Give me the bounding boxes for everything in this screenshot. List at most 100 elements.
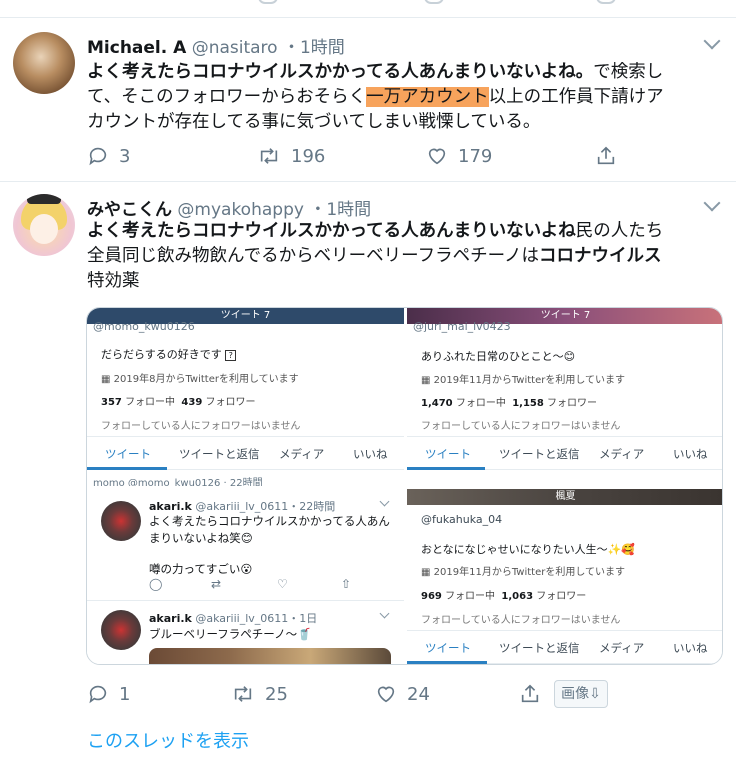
mini-tweet-image[interactable]	[149, 648, 391, 664]
tab-replies[interactable]: ツイートと返信	[179, 446, 260, 462]
cut-tweet-header: momo @momo_kwu0126 · 22時間	[93, 478, 263, 486]
media-image-2[interactable]: ツイート 7 @juri_mai_lv0423 ありふれた日常のひとこと〜😊 ▦…	[407, 308, 722, 486]
reply-button[interactable]: 3	[87, 143, 130, 169]
text-line: 噂の力ってすごい😮	[149, 562, 253, 576]
tweet-header: みやこくん @myakohappy ・1時間	[87, 195, 371, 220]
avatar[interactable]	[13, 194, 75, 256]
followers-label: フォロワー	[205, 397, 256, 408]
share-icon[interactable]: ⇧	[341, 577, 351, 591]
tab-media[interactable]: メディア	[599, 446, 644, 462]
follow-counts: 357 フォロー中 439 フォロワー	[101, 393, 255, 408]
user-handle[interactable]: @nasitaro	[192, 38, 278, 58]
reply-icon[interactable]: ◯	[149, 577, 162, 591]
tab-media[interactable]: メディア	[599, 640, 644, 656]
text-segment: カウントが存在してる事に気づいてしまい戦慄している。	[87, 112, 541, 132]
media-image-4[interactable]: 楓夏 @fukahuka_04 おとなになじゃせいになりたい人生〜✨🥰 ▦ 20…	[407, 489, 722, 664]
following-count: 969	[421, 591, 442, 602]
profile-handle: @fukahuka_04	[421, 513, 503, 526]
heart-icon	[377, 686, 395, 703]
following-count: 357	[101, 397, 122, 408]
follow-counts: 969 フォロー中 1,063 フォロワー	[421, 587, 586, 602]
tab-likes[interactable]: いいね	[673, 640, 708, 656]
tab-underline	[87, 467, 167, 470]
tab-tweets[interactable]: ツイート	[105, 446, 151, 462]
share-icon[interactable]	[596, 0, 616, 4]
profile-bio: だらだらするの好きです ?	[101, 346, 237, 362]
previous-tweet-actions	[0, 0, 736, 18]
tab-likes[interactable]: いいね	[673, 446, 708, 462]
tab-tweets[interactable]: ツイート	[425, 640, 471, 656]
following-label: フォロー中	[445, 591, 496, 602]
tab-likes[interactable]: いいね	[353, 446, 388, 462]
question-icon: ?	[225, 349, 237, 361]
retweet-button[interactable]: 25	[231, 681, 288, 707]
retweet-button[interactable]: 196	[257, 143, 325, 169]
tab-replies[interactable]: ツイートと返信	[499, 446, 580, 462]
profile-tabs: ツイート ツイートと返信 メディア いいね	[87, 436, 404, 470]
follower-note: フォローしている人にフォロワーはいません	[421, 421, 621, 432]
follower-note: フォローしている人にフォロワーはいません	[101, 421, 301, 432]
tab-underline	[407, 467, 485, 470]
chevron-down-icon[interactable]	[703, 194, 721, 212]
user-handle[interactable]: @myakohappy	[177, 200, 304, 220]
following-count: 1,470	[421, 398, 453, 409]
chevron-down-icon[interactable]	[379, 608, 390, 619]
tweet-michael[interactable]: Michael. A @nasitaro ・1時間 よく考えたらコロナウイルスか…	[0, 19, 736, 182]
joined-date: ▦ 2019年11月からTwitterを利用しています	[421, 375, 626, 386]
mini-tweet-actions: ◯ ⇄ ♡ ⇧	[149, 577, 389, 593]
profile-handle: @juri_mai_lv0423	[413, 320, 511, 333]
timestamp[interactable]: 1時間	[326, 200, 371, 220]
tweet-media-grid[interactable]: ツイート 7 @momo_kwu0126 だらだらするの好きです ? ▦ 201…	[86, 307, 723, 665]
avatar[interactable]	[13, 32, 75, 94]
chevron-down-icon[interactable]	[703, 32, 721, 50]
following-label: フォロー中	[125, 397, 176, 408]
tab-underline	[407, 661, 487, 664]
timestamp[interactable]: 1時間	[300, 38, 345, 58]
profile-bio: おとなになじゃせいになりたい人生〜✨🥰	[421, 543, 636, 556]
reply-count: 1	[119, 683, 131, 705]
like-button[interactable]: 24	[375, 681, 430, 707]
retweet-count: 25	[265, 683, 288, 705]
text-segment: で検索し	[593, 62, 664, 82]
screenshot-header: 楓夏	[407, 489, 722, 505]
mini-tweet-header: akari.k @akariii_lv_0611・22時間	[149, 498, 335, 514]
image-download-button[interactable]: 画像⇩	[554, 680, 608, 708]
chevron-down-icon[interactable]	[379, 496, 390, 507]
followers-count: 439	[181, 397, 203, 408]
like-icon[interactable]	[424, 0, 444, 4]
avatar	[101, 610, 141, 650]
tab-media[interactable]: メディア	[279, 446, 324, 462]
like-button[interactable]: 179	[426, 143, 492, 169]
tab-tweets[interactable]: ツイート	[425, 446, 471, 462]
share-icon	[521, 684, 539, 703]
tweet-text: よく考えたらコロナウイルスかかってる人あんまりいないよね。で検索し て、そこのフ…	[87, 60, 727, 135]
text-segment: 特効薬	[87, 271, 140, 291]
tab-replies[interactable]: ツイートと返信	[499, 640, 580, 656]
display-name[interactable]: みやこくん	[87, 200, 172, 220]
like-count: 179	[458, 145, 493, 167]
text-line: まりいないよね笑😊	[149, 531, 253, 545]
mini-tweet: akari.k @akariii_lv_0611・22時間 よく考えたらコロナウ…	[87, 489, 404, 601]
show-thread-link[interactable]: このスレッドを表示	[87, 727, 249, 753]
followers-label: フォロワー	[536, 591, 587, 602]
bio-text: だらだらするの好きです	[101, 348, 222, 361]
retweet-icon[interactable]	[258, 0, 278, 4]
retweet-icon[interactable]: ⇄	[211, 577, 221, 591]
media-image-1[interactable]: ツイート 7 @momo_kwu0126 だらだらするの好きです ? ▦ 201…	[87, 308, 404, 486]
reply-icon	[89, 685, 107, 704]
heart-icon	[428, 148, 446, 165]
media-image-3[interactable]: akari.k @akariii_lv_0611・22時間 よく考えたらコロナウ…	[87, 489, 404, 664]
bold-text: よく考えたらコロナウイルスかかってる人あんまりいないよね。	[87, 62, 594, 82]
display-name[interactable]: Michael. A	[87, 38, 186, 58]
follower-note: フォローしている人にフォロワーはいません	[421, 615, 621, 626]
reply-button[interactable]: 1	[87, 681, 130, 707]
heart-icon[interactable]: ♡	[277, 577, 288, 591]
joined-text: 2019年8月からTwitterを利用しています	[113, 374, 299, 385]
user-handle: @akariii_lv_0611・22時間	[195, 500, 336, 513]
share-button[interactable]	[519, 681, 541, 707]
mini-tweet: akari.k @akariii_lv_0611・1日 ブルーベリーフラペチーノ…	[87, 602, 404, 664]
tweet-actions: 1 25 24	[87, 681, 627, 707]
reply-count: 3	[119, 145, 131, 167]
share-button[interactable]	[595, 143, 617, 169]
mini-tweet-header: akari.k @akariii_lv_0611・1日	[149, 610, 317, 626]
